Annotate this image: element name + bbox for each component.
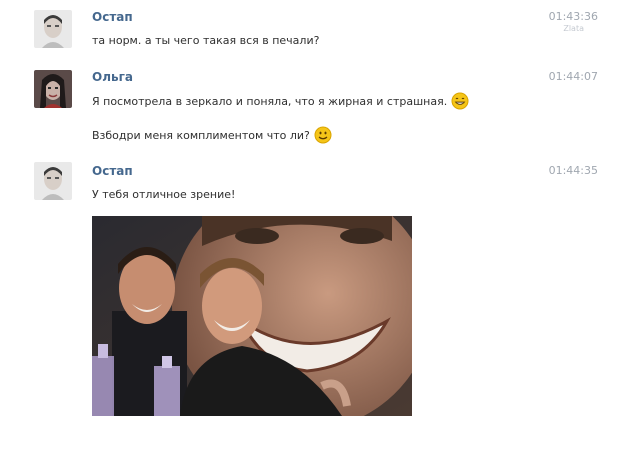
message-text: Взбодри меня комплиментом что ли? — [92, 126, 332, 144]
message-time: 01:43:36 — [548, 10, 598, 23]
avatar-ostap[interactable] — [34, 10, 72, 48]
avatar-ostap[interactable] — [34, 162, 72, 200]
message-line: Я посмотрела в зеркало и поняла, что я ж… — [92, 94, 448, 108]
smile-smiley-icon — [314, 126, 332, 144]
message-line: У тебя отличное зрение! — [92, 188, 236, 201]
message-author[interactable]: Ольга — [92, 70, 133, 84]
grin-smiley-icon — [451, 92, 469, 110]
avatar-olga-image — [34, 70, 72, 108]
avatar-ostap-image — [34, 10, 72, 48]
avatar-olga[interactable] — [34, 70, 72, 108]
laughing-men-photo[interactable] — [92, 216, 412, 416]
avatar-ostap-image — [34, 162, 72, 200]
message-line: Взбодри меня комплиментом что ли? — [92, 128, 310, 142]
message-time: 01:44:07 — [548, 70, 598, 83]
message-text: У тебя отличное зрение! — [92, 188, 235, 201]
message-text: та норм. а ты чего такая вся в печали? — [92, 34, 319, 47]
laughing-men-photo-image — [92, 216, 412, 416]
message-author[interactable]: Остап — [92, 164, 133, 178]
message-line: та норм. а ты чего такая вся в печали? — [92, 34, 320, 47]
message-status: Zlata — [563, 24, 584, 33]
message-author[interactable]: Остап — [92, 10, 133, 24]
message-text: Я посмотрела в зеркало и поняла, что я ж… — [92, 92, 469, 110]
message-time: 01:44:35 — [548, 164, 598, 177]
